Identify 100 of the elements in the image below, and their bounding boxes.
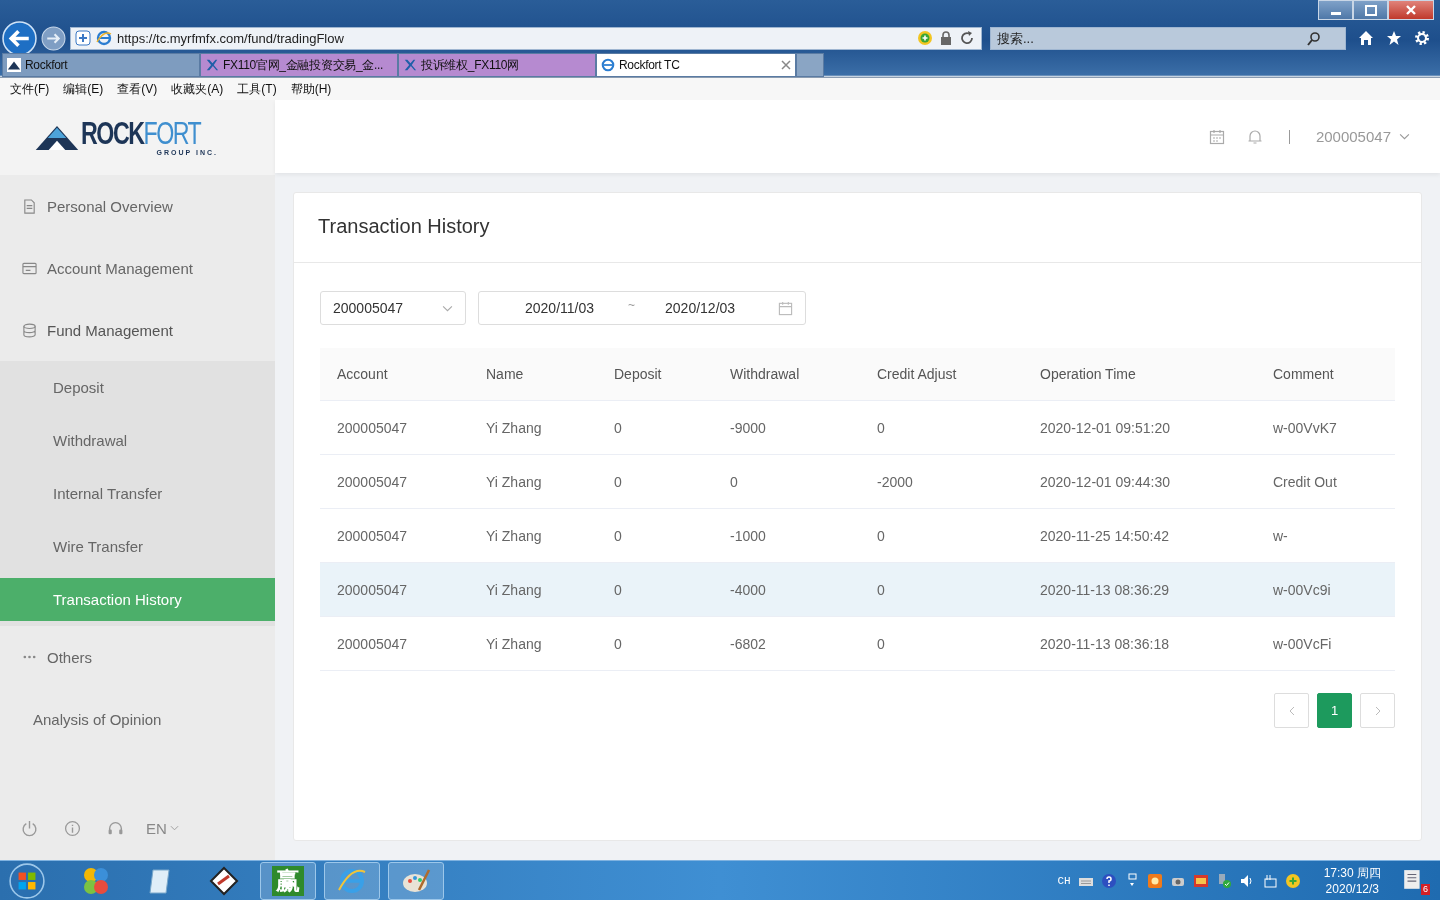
table-cell-text: 0 — [877, 581, 886, 598]
table-cell-text: 0 — [877, 419, 886, 436]
table-cell-text: -6802 — [730, 635, 767, 652]
table-row[interactable]: 200005047 Yi Zhang 0 0 -2000 2020-12-01 09:44:30 Credit Out — [320, 455, 1395, 509]
close-tab-icon[interactable] — [781, 60, 791, 71]
network-icon[interactable] — [1261, 872, 1278, 889]
start-button[interactable] — [8, 861, 46, 900]
sidebar-item[interactable]: Fund Management — [0, 299, 275, 361]
table-cell-text: -1000 — [730, 527, 767, 544]
browser-tab[interactable]: FX110官网_金融投资交易_金... — [200, 53, 398, 78]
table-cell-text: 2020-11-13 08:36:18 — [1040, 635, 1170, 652]
star-icon[interactable] — [1386, 30, 1402, 46]
back-button[interactable] — [2, 20, 37, 56]
table-cell-text: 200005047 — [337, 635, 409, 652]
table-cell-text: 0 — [614, 635, 623, 652]
column-header: Withdrawal — [730, 366, 801, 382]
table-cell-text: -9000 — [730, 419, 767, 436]
account-select[interactable]: 200005047 — [320, 291, 466, 325]
plus-badge-icon[interactable] — [1284, 872, 1301, 889]
clock[interactable]: 17:30 周四 2020/12/3 — [1323, 864, 1381, 897]
table-cell-text: 2020-12-01 09:51:20 — [1040, 419, 1171, 436]
chevron-left-icon — [1288, 705, 1295, 716]
x-logo-icon — [205, 58, 219, 73]
info-icon[interactable] — [64, 819, 81, 837]
table-cell-text: 0 — [614, 419, 623, 436]
circles-icon — [81, 865, 111, 896]
table-cell-text: 200005047 — [337, 473, 409, 490]
submenu-item[interactable]: Deposit — [0, 361, 275, 414]
table-cell-text: 0 — [877, 527, 886, 544]
sidebar-item[interactable]: Others — [0, 626, 275, 688]
sidebar-item[interactable]: Account Management — [0, 237, 275, 299]
date-range-picker[interactable]: 2020/11/03 ~ 2020/12/03 — [478, 291, 806, 325]
table-cell-text: 0 — [730, 473, 739, 490]
bell-icon[interactable] — [1246, 128, 1263, 145]
chevron-down-icon — [442, 304, 453, 312]
app-glyph: 赢 — [272, 865, 304, 896]
table-row[interactable]: 200005047 Yi Zhang 0 -9000 0 2020-12-01 09:51:20 w-00VvK7 — [320, 401, 1395, 455]
table-cell-text: 2020-11-13 08:36:29 — [1040, 581, 1170, 598]
table-cell-text: 0 — [614, 527, 623, 544]
ie-icon — [96, 30, 112, 46]
sun-icon[interactable] — [1146, 872, 1163, 889]
menu-item[interactable]: 文件(F) — [10, 80, 50, 98]
table-cell-text: w-00VcFi — [1273, 635, 1333, 652]
menu-item[interactable]: 收藏夹(A) — [171, 80, 224, 98]
headset-icon[interactable] — [107, 819, 124, 837]
forward-button[interactable] — [41, 25, 66, 51]
table-cell-text: w- — [1273, 527, 1289, 544]
calendar-icon — [778, 300, 793, 316]
sidebar-item[interactable]: Analysis of Opinion — [0, 688, 275, 750]
column-header: Account — [337, 366, 389, 382]
ie-icon — [601, 58, 615, 73]
table-row[interactable]: 200005047 Yi Zhang 0 -4000 0 2020-11-13 08:36:29 w-00Vc9i — [320, 563, 1395, 617]
table-cell-text: Yi Zhang — [486, 419, 543, 436]
page-button[interactable]: 1 — [1317, 693, 1352, 728]
end-date: 2020/12/03 — [665, 300, 736, 316]
menu-item[interactable]: 查看(V) — [117, 80, 158, 98]
table-row[interactable]: 200005047 Yi Zhang 0 -6802 0 2020-11-13 08:36:18 w-00VcFi — [320, 617, 1395, 671]
chevron-down-icon — [1399, 133, 1410, 140]
refresh-icon[interactable] — [959, 30, 975, 46]
card-icon — [22, 260, 37, 276]
more-icon — [22, 655, 37, 659]
browser-tab[interactable]: Rockfort TC — [596, 53, 796, 78]
browser-tab[interactable]: Rockfort — [2, 53, 200, 78]
menu-item[interactable]: 帮助(H) — [290, 80, 332, 98]
menu-item[interactable]: 工具(T) — [237, 80, 277, 98]
chevron-right-icon — [1374, 705, 1381, 716]
submenu-item[interactable]: Withdrawal — [0, 414, 275, 467]
search-icon — [1306, 30, 1322, 47]
column-header: Credit Adjust — [877, 366, 958, 382]
address-bar[interactable]: https://tc.myrfmfx.com/fund/tradingFlow — [70, 26, 982, 50]
search-field[interactable]: 搜索... — [990, 26, 1346, 50]
menu-item[interactable]: 编辑(E) — [63, 80, 104, 98]
browser-tab[interactable]: 投诉维权_FX110网 — [398, 53, 596, 78]
column-header: Comment — [1273, 366, 1335, 382]
calendar-icon[interactable] — [1208, 128, 1225, 145]
table-cell-text: 200005047 — [337, 419, 409, 436]
database-icon — [22, 322, 37, 338]
close-icon — [1405, 5, 1417, 15]
table-cell-text: Yi Zhang — [486, 473, 543, 490]
table-cell-text: 200005047 — [337, 527, 409, 544]
submenu-item[interactable]: Wire Transfer — [0, 520, 275, 573]
close-button[interactable] — [1388, 0, 1434, 20]
chevron-down-icon — [169, 825, 179, 831]
power-icon[interactable] — [21, 819, 38, 837]
submenu-item[interactable]: Internal Transfer — [0, 467, 275, 520]
input-method[interactable]: CH — [1057, 874, 1071, 887]
table-cell-text: -4000 — [730, 581, 767, 598]
taskbar-app[interactable]: 赢 — [260, 861, 316, 900]
mountain-icon — [7, 58, 21, 73]
help-icon[interactable] — [1100, 872, 1117, 889]
notification-count: 6 — [1421, 883, 1430, 895]
table-cell-text: w-00VvK7 — [1273, 419, 1338, 436]
table-cell-text: Yi Zhang — [486, 635, 543, 652]
restore-button[interactable] — [1353, 0, 1388, 20]
settings-icon[interactable] — [1414, 30, 1430, 46]
home-icon[interactable] — [1358, 30, 1374, 46]
sidebar-item[interactable]: Personal Overview — [0, 175, 275, 237]
minimize-button[interactable] — [1318, 0, 1353, 20]
table-cell-text: Credit Out — [1273, 473, 1338, 490]
table-cell-text: 2020-11-25 14:50:42 — [1040, 527, 1170, 544]
